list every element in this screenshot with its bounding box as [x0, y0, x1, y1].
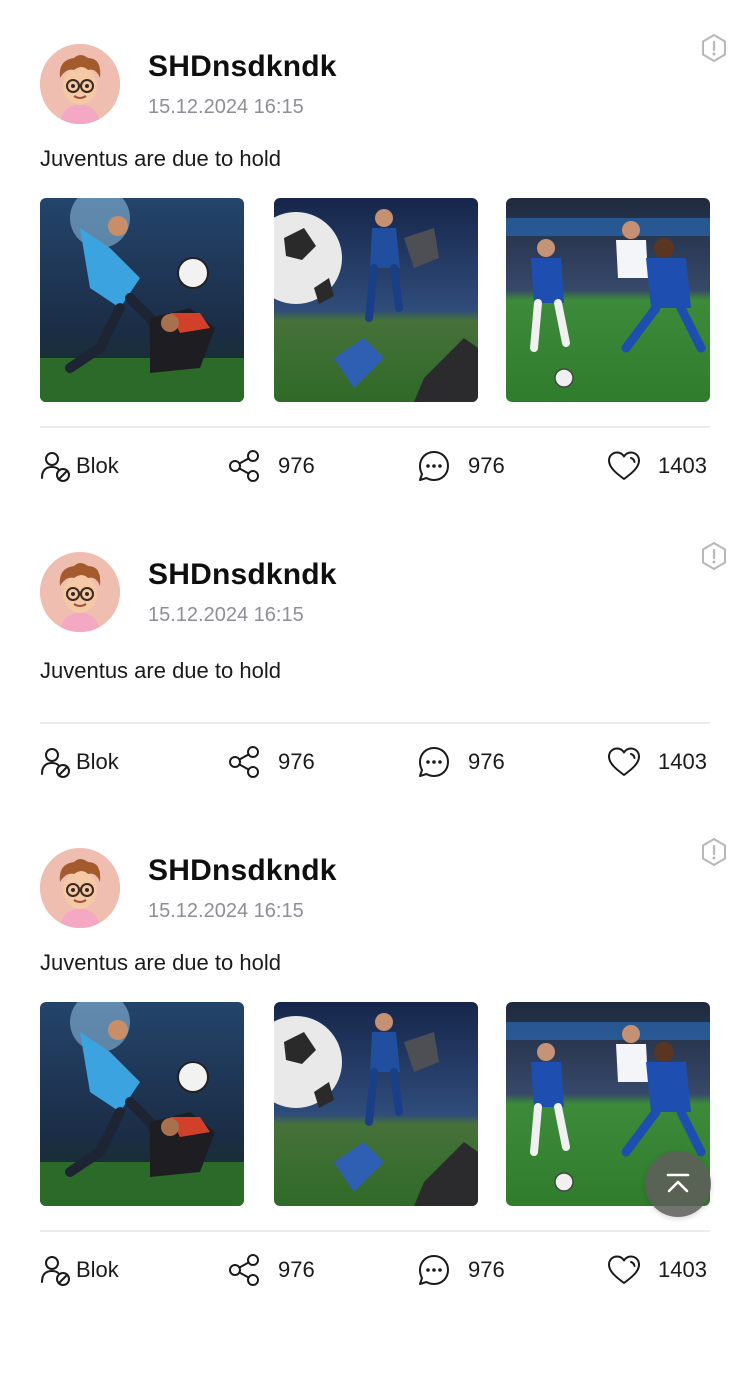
heart-icon — [606, 744, 642, 780]
divider — [40, 1230, 710, 1232]
like-button[interactable]: 1403 — [606, 742, 707, 782]
post-actions: Blok 976 976 1403 — [0, 1250, 750, 1290]
block-user-icon — [38, 744, 74, 780]
block-button[interactable]: Blok — [38, 742, 119, 782]
post-text: Juventus are due to hold — [40, 146, 281, 171]
post-timestamp: 15.12.2024 16:15 — [148, 604, 304, 626]
post-image-2[interactable] — [274, 1002, 478, 1206]
share-icon — [226, 744, 262, 780]
comment-icon — [416, 448, 452, 484]
username[interactable]: SHDnsdkndk — [148, 854, 337, 888]
share-button[interactable]: 976 — [226, 1250, 315, 1290]
post-timestamp: 15.12.2024 16:15 — [148, 96, 304, 118]
image-gallery — [40, 198, 710, 402]
comment-count: 976 — [468, 749, 505, 774]
avatar-image — [40, 44, 120, 124]
username[interactable]: SHDnsdkndk — [148, 558, 337, 592]
like-count: 1403 — [658, 749, 707, 774]
post-image-1[interactable] — [40, 1002, 244, 1206]
share-count: 976 — [278, 1257, 315, 1282]
comment-button[interactable]: 976 — [416, 1250, 505, 1290]
post-image-2[interactable] — [274, 198, 478, 402]
report-icon[interactable] — [698, 540, 730, 572]
post-image-3[interactable] — [506, 198, 710, 402]
divider — [40, 722, 710, 724]
avatar[interactable] — [40, 44, 120, 124]
block-label: Blok — [76, 1257, 119, 1282]
image-gallery — [40, 1002, 710, 1206]
report-icon[interactable] — [698, 32, 730, 64]
comment-icon — [416, 1252, 452, 1288]
post-actions: Blok 976 976 1403 — [0, 742, 750, 782]
block-button[interactable]: Blok — [38, 1250, 119, 1290]
like-count: 1403 — [658, 1257, 707, 1282]
share-icon — [226, 1252, 262, 1288]
comment-count: 976 — [468, 1257, 505, 1282]
comment-button[interactable]: 976 — [416, 742, 505, 782]
avatar[interactable] — [40, 552, 120, 632]
avatar-image — [40, 552, 120, 632]
share-button[interactable]: 976 — [226, 446, 315, 486]
block-button[interactable]: Blok — [38, 446, 119, 486]
post-text: Juventus are due to hold — [40, 658, 281, 683]
username[interactable]: SHDnsdkndk — [148, 50, 337, 84]
block-label: Blok — [76, 453, 119, 478]
post-timestamp: 15.12.2024 16:15 — [148, 900, 304, 922]
block-user-icon — [38, 1252, 74, 1288]
post-image-1[interactable] — [40, 198, 244, 402]
like-button[interactable]: 1403 — [606, 1250, 707, 1290]
divider — [40, 426, 710, 428]
block-label: Blok — [76, 749, 119, 774]
heart-icon — [606, 1252, 642, 1288]
avatar[interactable] — [40, 848, 120, 928]
post-text: Juventus are due to hold — [40, 950, 281, 975]
comment-icon — [416, 744, 452, 780]
post-actions: Blok 976 976 1403 — [0, 446, 750, 486]
share-icon — [226, 448, 262, 484]
heart-icon — [606, 448, 642, 484]
share-button[interactable]: 976 — [226, 742, 315, 782]
comment-count: 976 — [468, 453, 505, 478]
report-icon[interactable] — [698, 836, 730, 868]
share-count: 976 — [278, 749, 315, 774]
avatar-image — [40, 848, 120, 928]
scroll-to-top-button[interactable] — [645, 1151, 711, 1217]
share-count: 976 — [278, 453, 315, 478]
scroll-to-top-icon — [666, 1173, 690, 1193]
like-count: 1403 — [658, 453, 707, 478]
comment-button[interactable]: 976 — [416, 446, 505, 486]
block-user-icon — [38, 448, 74, 484]
like-button[interactable]: 1403 — [606, 446, 707, 486]
